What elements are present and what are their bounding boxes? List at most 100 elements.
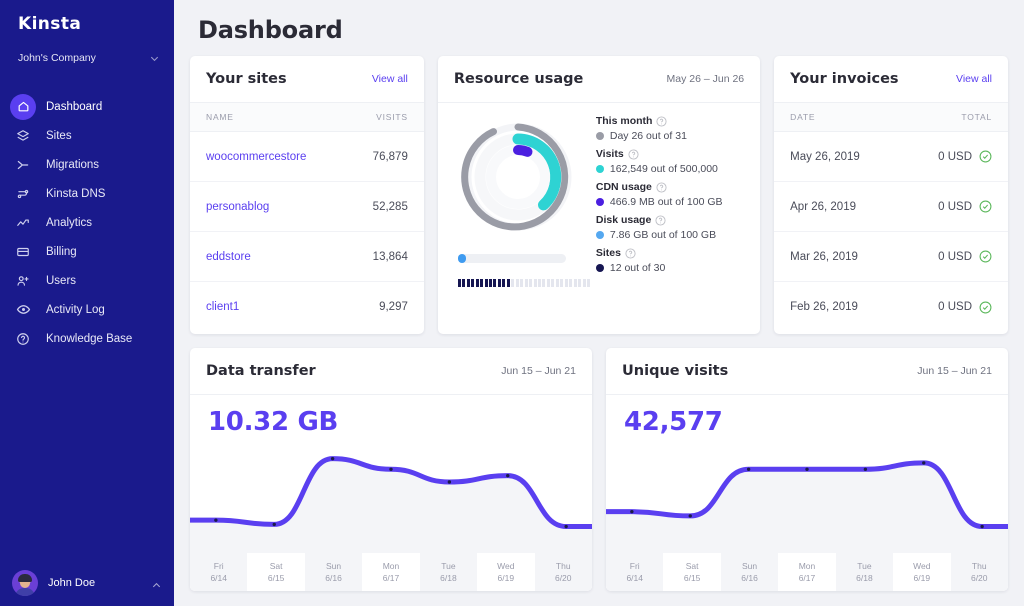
table-row[interactable]: Apr 26, 2019 0 USD bbox=[774, 182, 1008, 232]
card-header: Unique visits Jun 15 – Jun 21 bbox=[606, 348, 1008, 395]
card-header: Your invoices View all bbox=[774, 56, 1008, 103]
company-selector[interactable]: John's Company bbox=[0, 46, 174, 70]
site-slot bbox=[471, 279, 475, 287]
site-slot bbox=[582, 279, 586, 287]
resource-visuals bbox=[454, 115, 590, 287]
metric-value-row: 12 out of 30 bbox=[595, 262, 744, 274]
check-circle-icon bbox=[979, 250, 992, 263]
sidebar-item-users[interactable]: Users bbox=[0, 266, 174, 295]
axis-day-cell[interactable]: Wed 6/19 bbox=[477, 553, 534, 591]
metric-color-dot bbox=[595, 264, 604, 272]
site-slot bbox=[466, 279, 470, 287]
card-title: Your invoices bbox=[790, 71, 899, 87]
axis-day-cell[interactable]: Sun 6/16 bbox=[720, 553, 779, 591]
axis-day-date: 6/14 bbox=[626, 573, 643, 583]
sidebar-item-label: Billing bbox=[46, 245, 77, 258]
sidebar-item-label: Knowledge Base bbox=[46, 332, 133, 345]
axis-day-cell[interactable]: Mon 6/17 bbox=[362, 553, 419, 591]
data-transfer-axis-days: Fri 6/14 Sat 6/15 Sun 6/16 Mon 6/17 Tue 6/18 Wed 6/… bbox=[190, 553, 592, 591]
table-row[interactable]: May 26, 2019 0 USD bbox=[774, 132, 1008, 182]
axis-day-name: Sun bbox=[741, 561, 758, 571]
axis-day-cell[interactable]: Thu 6/20 bbox=[534, 553, 592, 591]
card-title: Data transfer bbox=[206, 363, 316, 379]
axis-day-name: Thu bbox=[971, 561, 987, 571]
sidebar-item-analytics[interactable]: Analytics bbox=[0, 208, 174, 237]
metric-this-month: This month Day 26 out of 31 bbox=[595, 115, 744, 142]
invoice-date: Mar 26, 2019 bbox=[790, 250, 858, 263]
axis-day-cell[interactable]: Mon 6/17 bbox=[778, 553, 835, 591]
table-row[interactable]: personablog 52,285 bbox=[190, 182, 424, 232]
cards-row-bottom: Data transfer Jun 15 – Jun 21 10.32 GB F… bbox=[190, 348, 1008, 591]
table-header: DATE TOTAL bbox=[774, 103, 1008, 132]
metric-value-row: 7.86 GB out of 100 GB bbox=[595, 229, 744, 241]
metric-disk-usage: Disk usage 7.86 GB out of 100 GB bbox=[595, 214, 744, 241]
axis-day-date: 6/18 bbox=[856, 573, 873, 583]
site-link[interactable]: personablog bbox=[206, 201, 269, 213]
metric-value: 12 out of 30 bbox=[609, 262, 666, 274]
axis-day-cell[interactable]: Sat 6/15 bbox=[663, 553, 720, 591]
sidebar-item-sites[interactable]: Sites bbox=[0, 121, 174, 150]
metric-label-row: This month bbox=[596, 115, 744, 127]
metric-color-dot bbox=[595, 198, 604, 206]
chevron-up-icon bbox=[151, 578, 162, 589]
axis-day-cell[interactable]: Fri 6/14 bbox=[606, 553, 664, 591]
site-slot bbox=[497, 279, 501, 287]
metric-label: Visits bbox=[595, 148, 624, 160]
invoice-total: 0 USD bbox=[938, 150, 972, 163]
unique-visits-card: Unique visits Jun 15 – Jun 21 42,577 Fri… bbox=[606, 348, 1008, 591]
axis-day-cell[interactable]: Sat 6/15 bbox=[247, 553, 304, 591]
axis-day-name: Mon bbox=[382, 561, 400, 571]
sidebar-item-knowledge-base[interactable]: Knowledge Base bbox=[0, 324, 174, 353]
site-link[interactable]: client1 bbox=[206, 301, 239, 313]
disk-usage-bar bbox=[457, 254, 566, 263]
check-circle-icon bbox=[979, 301, 992, 314]
axis-day-cell[interactable]: Tue 6/18 bbox=[835, 553, 894, 591]
axis-day-cell[interactable]: Sun 6/16 bbox=[304, 553, 363, 591]
analytics-icon bbox=[10, 210, 36, 236]
table-row[interactable]: Feb 26, 2019 0 USD bbox=[774, 282, 1008, 332]
site-link[interactable]: eddstore bbox=[206, 251, 251, 263]
metric-sites: Sites 12 out of 30 bbox=[595, 247, 744, 274]
avatar bbox=[12, 570, 38, 596]
question-circle-icon[interactable] bbox=[656, 115, 667, 127]
sidebar-item-dashboard[interactable]: Dashboard bbox=[0, 92, 174, 121]
site-link[interactable]: woocommercestore bbox=[206, 151, 306, 163]
sidebar-item-migrations[interactable]: Migrations bbox=[0, 150, 174, 179]
question-circle-icon[interactable] bbox=[625, 247, 636, 259]
sidebar-item-kinsta-dns[interactable]: Kinsta DNS bbox=[0, 179, 174, 208]
axis-day-name: Tue bbox=[857, 561, 872, 571]
table-row[interactable]: woocommercestore 76,879 bbox=[190, 132, 424, 182]
your-invoices-card: Your invoices View all DATE TOTAL May 26… bbox=[774, 56, 1008, 334]
help-icon bbox=[10, 326, 36, 352]
site-slot bbox=[555, 279, 559, 287]
view-all-invoices-link[interactable]: View all bbox=[956, 73, 992, 85]
card-title: Your sites bbox=[206, 71, 287, 87]
table-row[interactable]: eddstore 13,864 bbox=[190, 232, 424, 282]
site-slot bbox=[538, 279, 541, 287]
user-menu[interactable]: John Doe bbox=[0, 560, 174, 606]
metric-value-row: Day 26 out of 31 bbox=[595, 130, 744, 142]
axis-day-date: 6/16 bbox=[741, 573, 758, 583]
question-circle-icon[interactable] bbox=[656, 181, 667, 193]
axis-day-cell[interactable]: Fri 6/14 bbox=[190, 553, 248, 591]
metric-visits: Visits 162,549 out of 500,000 bbox=[595, 148, 744, 175]
site-slot bbox=[475, 279, 479, 287]
card-title: Unique visits bbox=[622, 363, 729, 379]
view-all-sites-link[interactable]: View all bbox=[372, 73, 408, 85]
sidebar-item-billing[interactable]: Billing bbox=[0, 237, 174, 266]
table-row[interactable]: Mar 26, 2019 0 USD bbox=[774, 232, 1008, 282]
site-visits: 13,864 bbox=[372, 250, 408, 263]
site-slot bbox=[493, 279, 497, 287]
axis-day-cell[interactable]: Thu 6/20 bbox=[950, 553, 1008, 591]
table-row[interactable]: client1 9,297 bbox=[190, 282, 424, 332]
metric-label: Sites bbox=[595, 247, 621, 259]
axis-day-cell[interactable]: Wed 6/19 bbox=[893, 553, 950, 591]
metric-value-row: 466.9 MB out of 100 GB bbox=[595, 196, 744, 208]
brand-logo[interactable]: Kinsta bbox=[0, 0, 174, 34]
question-circle-icon[interactable] bbox=[655, 214, 666, 226]
question-circle-icon[interactable] bbox=[628, 148, 639, 160]
axis-day-cell[interactable]: Tue 6/18 bbox=[419, 553, 478, 591]
sidebar-item-activity-log[interactable]: Activity Log bbox=[0, 295, 174, 324]
site-slot bbox=[529, 279, 533, 287]
metric-value: Day 26 out of 31 bbox=[609, 130, 687, 142]
